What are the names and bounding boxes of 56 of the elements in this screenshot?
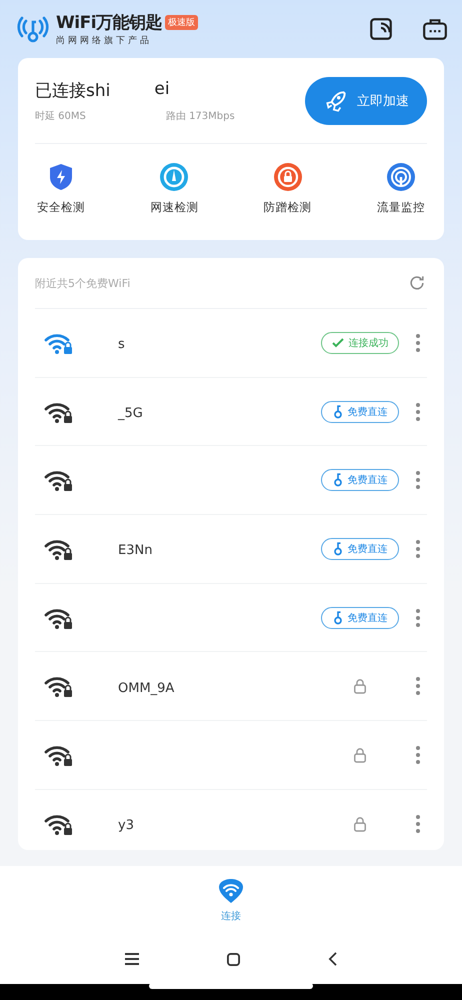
key-icon [332,473,342,488]
network-name: y3 [118,818,134,834]
app-title: WiFi万能钥匙 [56,12,162,34]
more-options-icon[interactable] [415,402,421,422]
more-options-icon[interactable] [415,676,421,696]
network-name: E3Nn [118,543,152,558]
latency-text: 时延 60MS [35,110,86,122]
router-speed-text: 路由 173Mbps [166,110,235,122]
more-options-icon[interactable] [415,470,421,490]
more-options-icon[interactable] [415,538,421,559]
tool-button[interactable]: 流量监控 [360,162,441,215]
key-icon [332,542,342,556]
wifi-lock-icon [44,674,74,698]
padlock-icon [353,746,367,763]
network-name: s [118,337,125,352]
wifi-network-row[interactable]: _5G 免费直连 [35,378,427,446]
key-icon [332,404,342,419]
wifi-network-row[interactable]: 免费直连 [35,584,427,652]
wifi-network-row[interactable]: 免费直连 [35,446,427,516]
menu-icon[interactable] [125,953,139,965]
more-options-icon[interactable] [415,814,421,834]
tool-button[interactable]: 网速检测 [134,162,214,215]
wifi-network-row[interactable]: y3 [35,790,427,858]
free-connect-button[interactable]: 免费直连 [321,606,399,629]
wifi-lock-icon [44,468,74,492]
tool-button[interactable]: 防蹭检测 [248,162,328,215]
key-icon [332,610,342,625]
home-icon[interactable] [227,952,240,966]
more-options-icon[interactable] [415,332,421,353]
wifi-network-row[interactable]: s 连接成功 [35,309,427,378]
connected-network-name: 已连接shi [35,80,110,102]
connected-status-badge: 连接成功 [321,332,399,354]
padlock-icon [353,816,367,832]
app-subtitle: 尚网网络旗下产品 [56,34,153,47]
speedometer-icon [159,162,190,192]
wifi-network-row[interactable]: E3Nn 免费直连 [35,515,427,584]
nearby-count-text: 附近共5个免费WiFi [35,276,130,290]
back-icon[interactable] [328,952,337,966]
edition-badge: 极速版 [165,15,198,30]
network-name: OMM_9A [118,680,174,696]
more-options-icon[interactable] [415,608,421,628]
lock-refresh-icon [272,162,303,192]
free-connect-button[interactable]: 免费直连 [321,469,399,492]
more-options-icon[interactable] [415,744,421,765]
free-connect-button[interactable]: 免费直连 [321,538,399,560]
boost-button[interactable]: 立即加速 [305,76,427,124]
free-connect-button[interactable]: 免费直连 [321,400,399,423]
connected-network-name: ei [154,78,170,100]
wifi-icon [217,877,245,905]
tool-button[interactable]: 安全检测 [21,162,101,215]
padlock-icon [353,678,367,694]
signal-tower-icon [386,162,416,192]
cast-icon[interactable] [368,16,394,42]
network-name: _5G [118,406,143,422]
check-icon [332,336,344,349]
wifi-network-row[interactable]: OMM_9A [35,652,427,722]
